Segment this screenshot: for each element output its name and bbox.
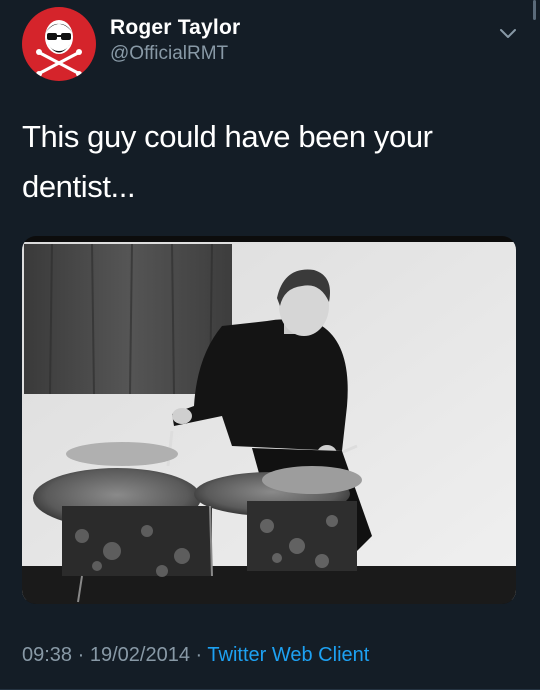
avatar[interactable] [22,7,96,81]
tweet-time: 09:38 [22,644,73,666]
meta-separator: · [77,644,85,666]
scrollbar[interactable] [533,0,536,20]
chevron-down-icon[interactable] [497,22,519,44]
tweet-date: 19/02/2014 [89,644,190,666]
tweet-text-line: This guy could have been your [22,119,433,154]
author-name[interactable]: Roger Taylor [110,16,240,40]
skull-crossbones-icon [36,20,82,77]
tweet: Roger Taylor @OfficialRMT This guy could… [0,0,540,690]
client-link[interactable]: Twitter Web Client [207,644,369,666]
tweet-meta: 09:38 · 19/02/2014 · Twitter Web Client [22,644,369,667]
tweet-text-line: dentist... [22,169,136,204]
tweet-photo[interactable] [22,236,516,604]
tweet-text: This guy could have been your dentist... [22,112,502,212]
meta-separator: · [195,644,203,666]
author-handle[interactable]: @OfficialRMT [110,43,228,65]
